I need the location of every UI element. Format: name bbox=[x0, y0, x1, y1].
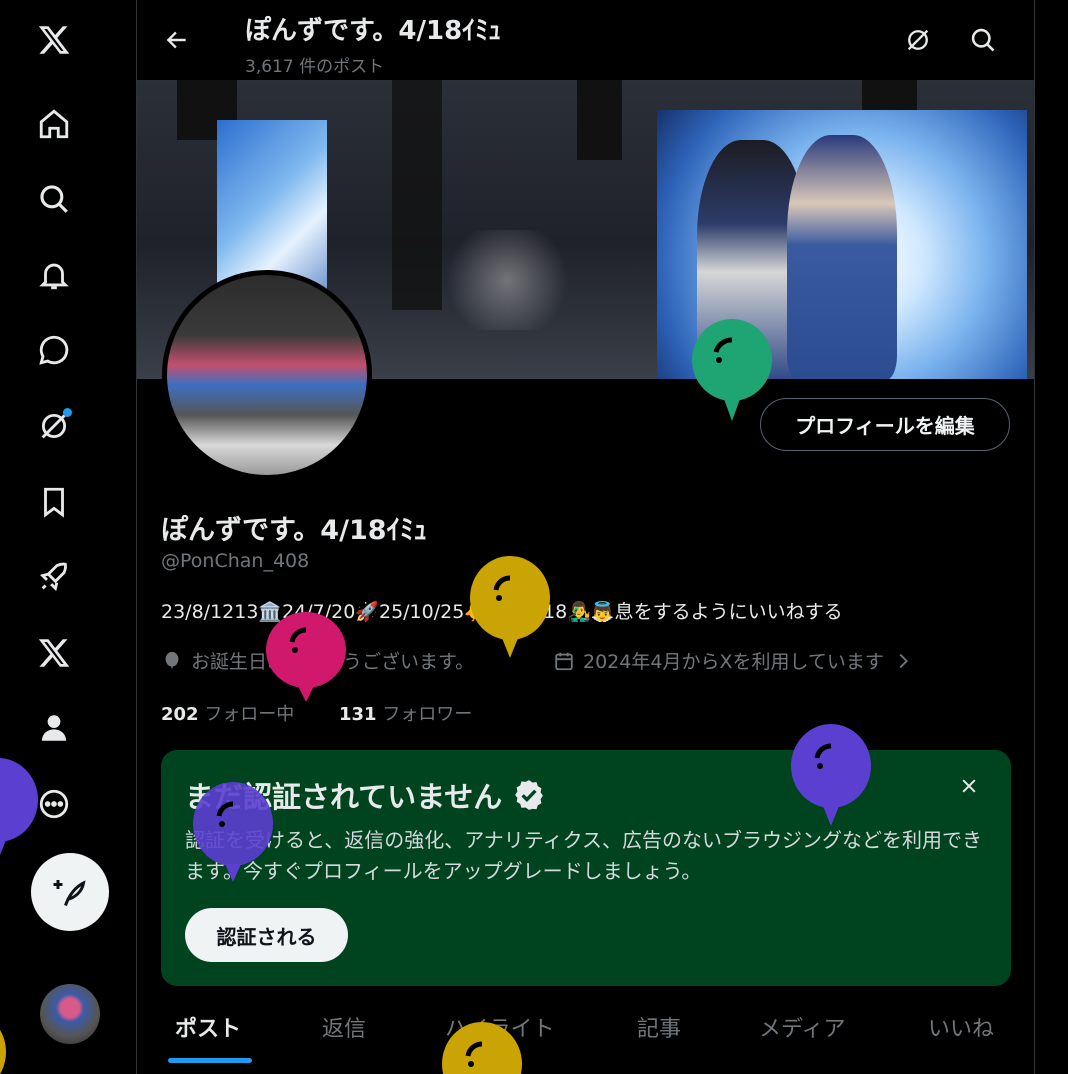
joined-info[interactable]: 2024年4月からXを利用しています bbox=[553, 647, 914, 674]
profile-header: ぽんずです。4/18ｲﾐｭ 3,617 件のポスト bbox=[137, 0, 1034, 80]
balloon-icon bbox=[0, 1029, 6, 1074]
tab-posts[interactable]: ポスト bbox=[175, 1011, 241, 1043]
post-count: 3,617 件のポスト bbox=[245, 57, 385, 77]
compose-button[interactable] bbox=[31, 853, 109, 931]
sidebar bbox=[0, 0, 137, 1074]
grok-header-button[interactable] bbox=[898, 20, 938, 60]
profile-column: ぽんずです。4/18ｲﾐｭ 3,617 件のポスト プロフィールを編集 ぽんずで… bbox=[137, 0, 1035, 1074]
close-card-button[interactable] bbox=[953, 770, 985, 802]
balloon-icon bbox=[692, 319, 772, 421]
search-header-button[interactable] bbox=[963, 20, 1003, 60]
balloon-icon bbox=[791, 724, 871, 826]
balloon-icon bbox=[193, 782, 273, 882]
home-icon[interactable] bbox=[28, 98, 80, 150]
rocket-icon[interactable] bbox=[28, 551, 80, 603]
speaker-shape bbox=[577, 80, 622, 160]
truss-shape bbox=[392, 80, 442, 310]
tab-replies[interactable]: 返信 bbox=[322, 1011, 366, 1043]
edit-profile-button[interactable]: プロフィールを編集 bbox=[760, 398, 1010, 451]
grok-icon bbox=[907, 29, 929, 51]
profile-handle: @PonChan_408 bbox=[161, 550, 310, 572]
balloon-icon bbox=[266, 612, 346, 702]
verified-badge-icon bbox=[515, 780, 544, 810]
balloon-icon bbox=[0, 758, 38, 855]
profile-avatar[interactable] bbox=[162, 270, 372, 480]
bell-icon[interactable] bbox=[28, 249, 80, 301]
active-tab-indicator bbox=[168, 1058, 252, 1063]
calendar-icon bbox=[555, 652, 573, 670]
profile-tabs: ポスト 返信 ハイライト 記事 メディア いいね bbox=[137, 995, 1034, 1074]
verify-card: まだ認証されていません 認証を受けると、返信の強化、アナリティクス、広告のないブ… bbox=[161, 750, 1011, 986]
balloon-icon bbox=[442, 1022, 522, 1074]
close-icon bbox=[962, 779, 976, 793]
tab-media[interactable]: メディア bbox=[759, 1011, 845, 1043]
stage-light bbox=[437, 230, 577, 330]
verify-card-text: 認証を受けると、返信の強化、アナリティクス、広告のないブラウジングなどを利用でき… bbox=[185, 828, 982, 883]
chevron-right-icon bbox=[899, 653, 908, 668]
get-verified-button[interactable]: 認証される bbox=[185, 908, 348, 962]
balloon-icon bbox=[470, 556, 550, 658]
balloon-icon bbox=[165, 651, 179, 669]
profile-name: ぽんずです。4/18ｲﾐｭ bbox=[161, 515, 428, 546]
arrow-left-icon bbox=[166, 31, 186, 49]
grok-icon[interactable] bbox=[28, 400, 80, 452]
followers-link[interactable]: 131 フォロワー bbox=[339, 700, 472, 726]
bookmark-icon[interactable] bbox=[28, 476, 80, 528]
search-icon bbox=[971, 28, 995, 52]
back-button[interactable] bbox=[157, 20, 197, 60]
performer-figure bbox=[787, 135, 897, 379]
followers-count: 131 bbox=[339, 704, 377, 725]
compose-icon bbox=[53, 880, 86, 907]
profile-icon[interactable] bbox=[28, 702, 80, 754]
search-icon[interactable] bbox=[28, 173, 80, 225]
followers-label: フォロワー bbox=[382, 704, 473, 725]
tab-articles[interactable]: 記事 bbox=[637, 1011, 681, 1043]
account-avatar[interactable] bbox=[40, 984, 100, 1044]
x-logo-icon[interactable] bbox=[28, 14, 80, 66]
header-title: ぽんずです。4/18ｲﾐｭ bbox=[245, 16, 502, 46]
tab-likes[interactable]: いいね bbox=[928, 1011, 994, 1043]
notification-dot bbox=[63, 408, 72, 417]
following-label: フォロー中 bbox=[204, 704, 295, 725]
x-premium-icon[interactable] bbox=[28, 627, 80, 679]
joined-text: 2024年4月からXを利用しています bbox=[583, 651, 884, 673]
chat-icon[interactable] bbox=[28, 324, 80, 376]
following-count: 202 bbox=[161, 704, 199, 725]
